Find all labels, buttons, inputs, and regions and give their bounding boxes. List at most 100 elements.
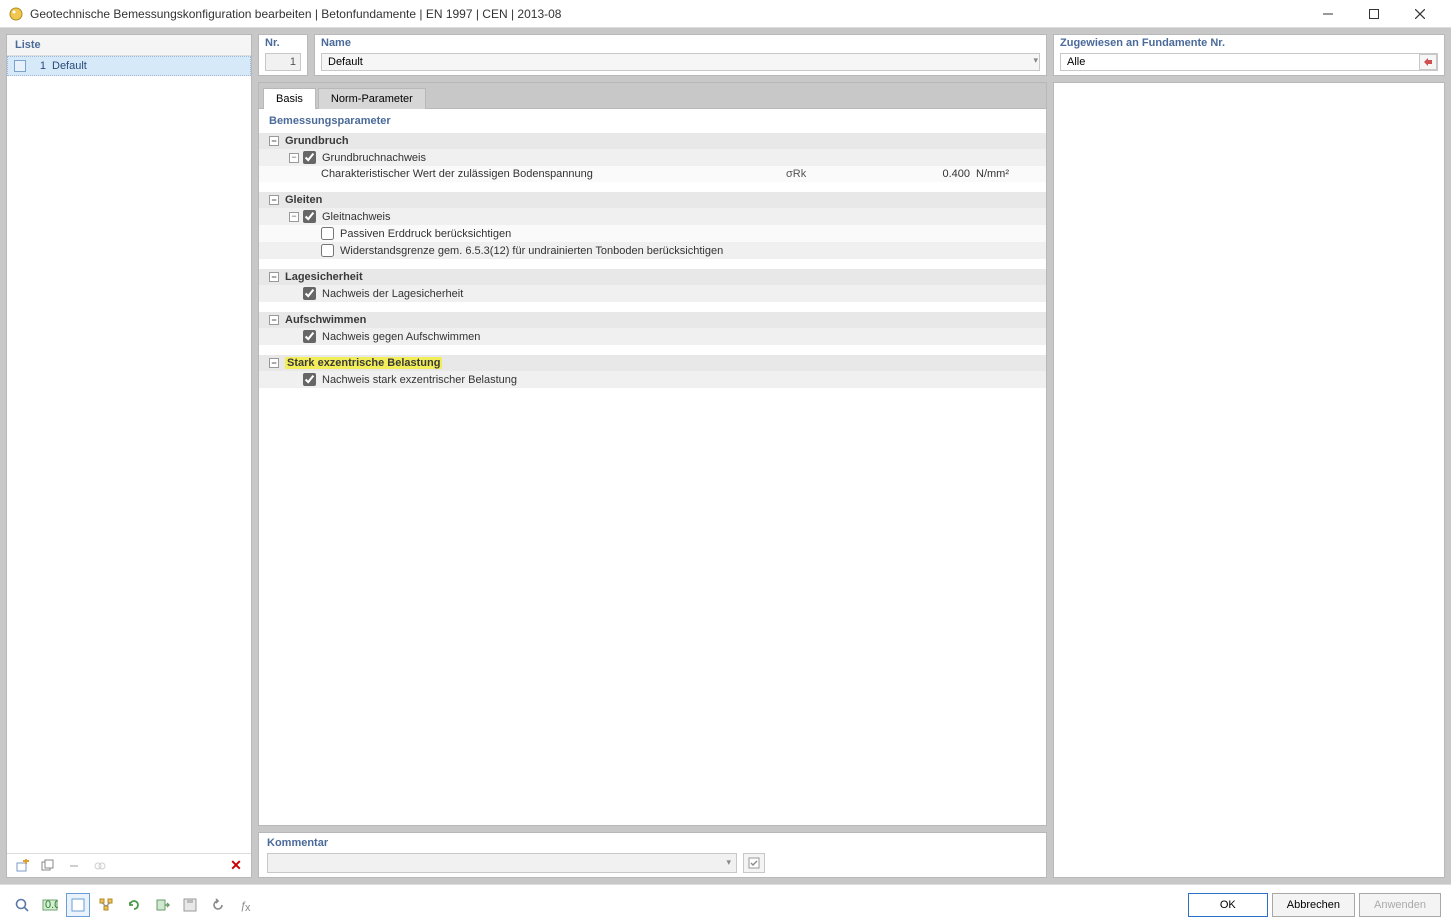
comment-dropdown-icon[interactable]: ▾ xyxy=(726,857,731,868)
tab-basis[interactable]: Basis xyxy=(263,88,316,109)
ok-button[interactable]: OK xyxy=(1188,893,1268,917)
collapse-icon[interactable]: − xyxy=(269,272,279,282)
row-gleitnachweis: − Gleitnachweis xyxy=(259,208,1046,225)
undo-icon-button[interactable] xyxy=(206,893,230,917)
collapse-icon[interactable]: − xyxy=(269,136,279,146)
copy-item-button[interactable] xyxy=(37,856,59,876)
row-label: Nachweis der Lagesicherheit xyxy=(322,288,463,300)
group-lagesicherheit: − Lagesicherheit Nachweis der Lagesicher… xyxy=(259,269,1046,302)
collapse-icon[interactable]: − xyxy=(269,315,279,325)
name-dropdown-icon[interactable]: ▾ xyxy=(1033,55,1038,66)
comment-input[interactable] xyxy=(267,853,737,873)
link-button[interactable] xyxy=(63,856,85,876)
number-label: Nr. xyxy=(259,35,307,51)
assigned-pick-button[interactable] xyxy=(1419,54,1437,70)
group-title: Aufschwimmen xyxy=(285,314,366,326)
group-aufschwimmen: − Aufschwimmen Nachweis gegen Aufschwimm… xyxy=(259,312,1046,345)
assigned-label: Zugewiesen an Fundamente Nr. xyxy=(1054,35,1444,51)
section-title: Bemessungsparameter xyxy=(259,109,1046,133)
comment-apply-button[interactable] xyxy=(743,853,765,873)
save-icon-button[interactable] xyxy=(178,893,202,917)
cancel-button[interactable]: Abbrechen xyxy=(1272,893,1355,917)
titlebar: Geotechnische Bemessungskonfiguration be… xyxy=(0,0,1451,28)
app-icon xyxy=(8,6,24,22)
checkbox-resist[interactable] xyxy=(321,244,334,257)
function-icon-button[interactable]: ƒx xyxy=(234,893,258,917)
group-header-exzentrisch[interactable]: − Stark exzentrische Belastung xyxy=(259,355,1046,371)
group-header-gleiten[interactable]: − Gleiten xyxy=(259,192,1046,208)
tab-norm-parameter[interactable]: Norm-Parameter xyxy=(318,88,426,109)
checkbox-grundbruchnachweis[interactable] xyxy=(303,151,316,164)
collapse-icon[interactable]: − xyxy=(269,358,279,368)
delete-item-button[interactable]: ✕ xyxy=(225,856,247,876)
number-field-box: Nr. xyxy=(258,34,308,76)
value-cell[interactable]: 0.400 xyxy=(876,168,976,180)
checkbox-aufschwimmen[interactable] xyxy=(303,330,316,343)
number-input[interactable] xyxy=(265,53,301,71)
row-passive-earth-pressure: Passiven Erddruck berücksichtigen xyxy=(259,225,1046,242)
svg-text:x: x xyxy=(245,902,251,913)
bottom-toolbar: 0.00 ƒx OK Abbrechen Anwenden xyxy=(0,884,1451,924)
group-header-lagesicherheit[interactable]: − Lagesicherheit xyxy=(259,269,1046,285)
name-field-box: Name ▾ xyxy=(314,34,1047,76)
group-header-aufschwimmen[interactable]: − Aufschwimmen xyxy=(259,312,1046,328)
item-marker-icon xyxy=(14,60,26,72)
row-resistance-limit: Widerstandsgrenze gem. 6.5.3(12) für und… xyxy=(259,242,1046,259)
refresh-icon-button[interactable] xyxy=(122,893,146,917)
row-label: Nachweis gegen Aufschwimmen xyxy=(322,331,480,343)
group-title: Stark exzentrische Belastung xyxy=(285,357,442,369)
comment-label: Kommentar xyxy=(267,837,1038,849)
row-grundbruchnachweis: − Grundbruchnachweis xyxy=(259,149,1046,166)
assigned-input[interactable] xyxy=(1060,53,1438,71)
checkbox-gleitnachweis[interactable] xyxy=(303,210,316,223)
row-lagesicherheit-proof: Nachweis der Lagesicherheit xyxy=(259,285,1046,302)
list-item[interactable]: 1 Default xyxy=(7,56,251,76)
maximize-button[interactable] xyxy=(1351,0,1397,28)
export-icon-button[interactable] xyxy=(150,893,174,917)
view-icon-button[interactable] xyxy=(66,893,90,917)
checkbox-lagesicherheit[interactable] xyxy=(303,287,316,300)
apply-button[interactable]: Anwenden xyxy=(1359,893,1441,917)
symbol-cell: σRk xyxy=(786,168,876,180)
center-panel: Basis Norm-Parameter Bemessungsparameter… xyxy=(258,82,1047,826)
list-header: Liste xyxy=(7,35,251,56)
minimize-button[interactable] xyxy=(1305,0,1351,28)
row-label: Nachweis stark exzentrischer Belastung xyxy=(322,374,517,386)
close-button[interactable] xyxy=(1397,0,1443,28)
row-char-value: Charakteristischer Wert der zulässigen B… xyxy=(259,166,1046,182)
group-header-grundbruch[interactable]: − Grundbruch xyxy=(259,133,1046,149)
row-label: Passiven Erddruck berücksichtigen xyxy=(340,228,511,240)
row-aufschwimmen-proof: Nachweis gegen Aufschwimmen xyxy=(259,328,1046,345)
chain-button[interactable] xyxy=(89,856,111,876)
item-number: 1 xyxy=(32,60,46,72)
row-exzentrisch-proof: Nachweis stark exzentrischer Belastung xyxy=(259,371,1046,388)
search-icon-button[interactable] xyxy=(10,893,34,917)
collapse-icon[interactable]: − xyxy=(289,153,299,163)
window-title: Geotechnische Bemessungskonfiguration be… xyxy=(30,7,1305,21)
group-grundbruch: − Grundbruch − Grundbruchnachweis xyxy=(259,133,1046,182)
collapse-icon[interactable]: − xyxy=(289,212,299,222)
collapse-icon[interactable]: − xyxy=(269,195,279,205)
units-icon-button[interactable]: 0.00 xyxy=(38,893,62,917)
group-title: Lagesicherheit xyxy=(285,271,363,283)
group-exzentrisch: − Stark exzentrische Belastung Nachweis … xyxy=(259,355,1046,388)
tree-icon-button[interactable] xyxy=(94,893,118,917)
checkbox-passive[interactable] xyxy=(321,227,334,240)
assigned-field-box: Zugewiesen an Fundamente Nr. xyxy=(1053,34,1445,76)
row-label: Gleitnachweis xyxy=(322,211,390,223)
item-name: Default xyxy=(52,60,87,72)
name-input[interactable] xyxy=(321,53,1040,71)
row-label: Widerstandsgrenze gem. 6.5.3(12) für und… xyxy=(340,245,723,257)
unit-cell: N/mm² xyxy=(976,168,1036,180)
group-gleiten: − Gleiten − Gleitnachweis xyxy=(259,192,1046,259)
row-label: Charakteristischer Wert der zulässigen B… xyxy=(321,168,593,180)
checkbox-exzentrisch[interactable] xyxy=(303,373,316,386)
list-panel: Liste 1 Default ✕ xyxy=(6,34,252,878)
svg-text:0.00: 0.00 xyxy=(45,899,58,911)
comment-box: Kommentar ▾ xyxy=(258,832,1047,878)
row-label: Grundbruchnachweis xyxy=(322,152,426,164)
list-toolbar: ✕ xyxy=(7,853,251,877)
new-item-button[interactable] xyxy=(11,856,33,876)
list-body: 1 Default xyxy=(7,56,251,853)
group-title: Grundbruch xyxy=(285,135,349,147)
